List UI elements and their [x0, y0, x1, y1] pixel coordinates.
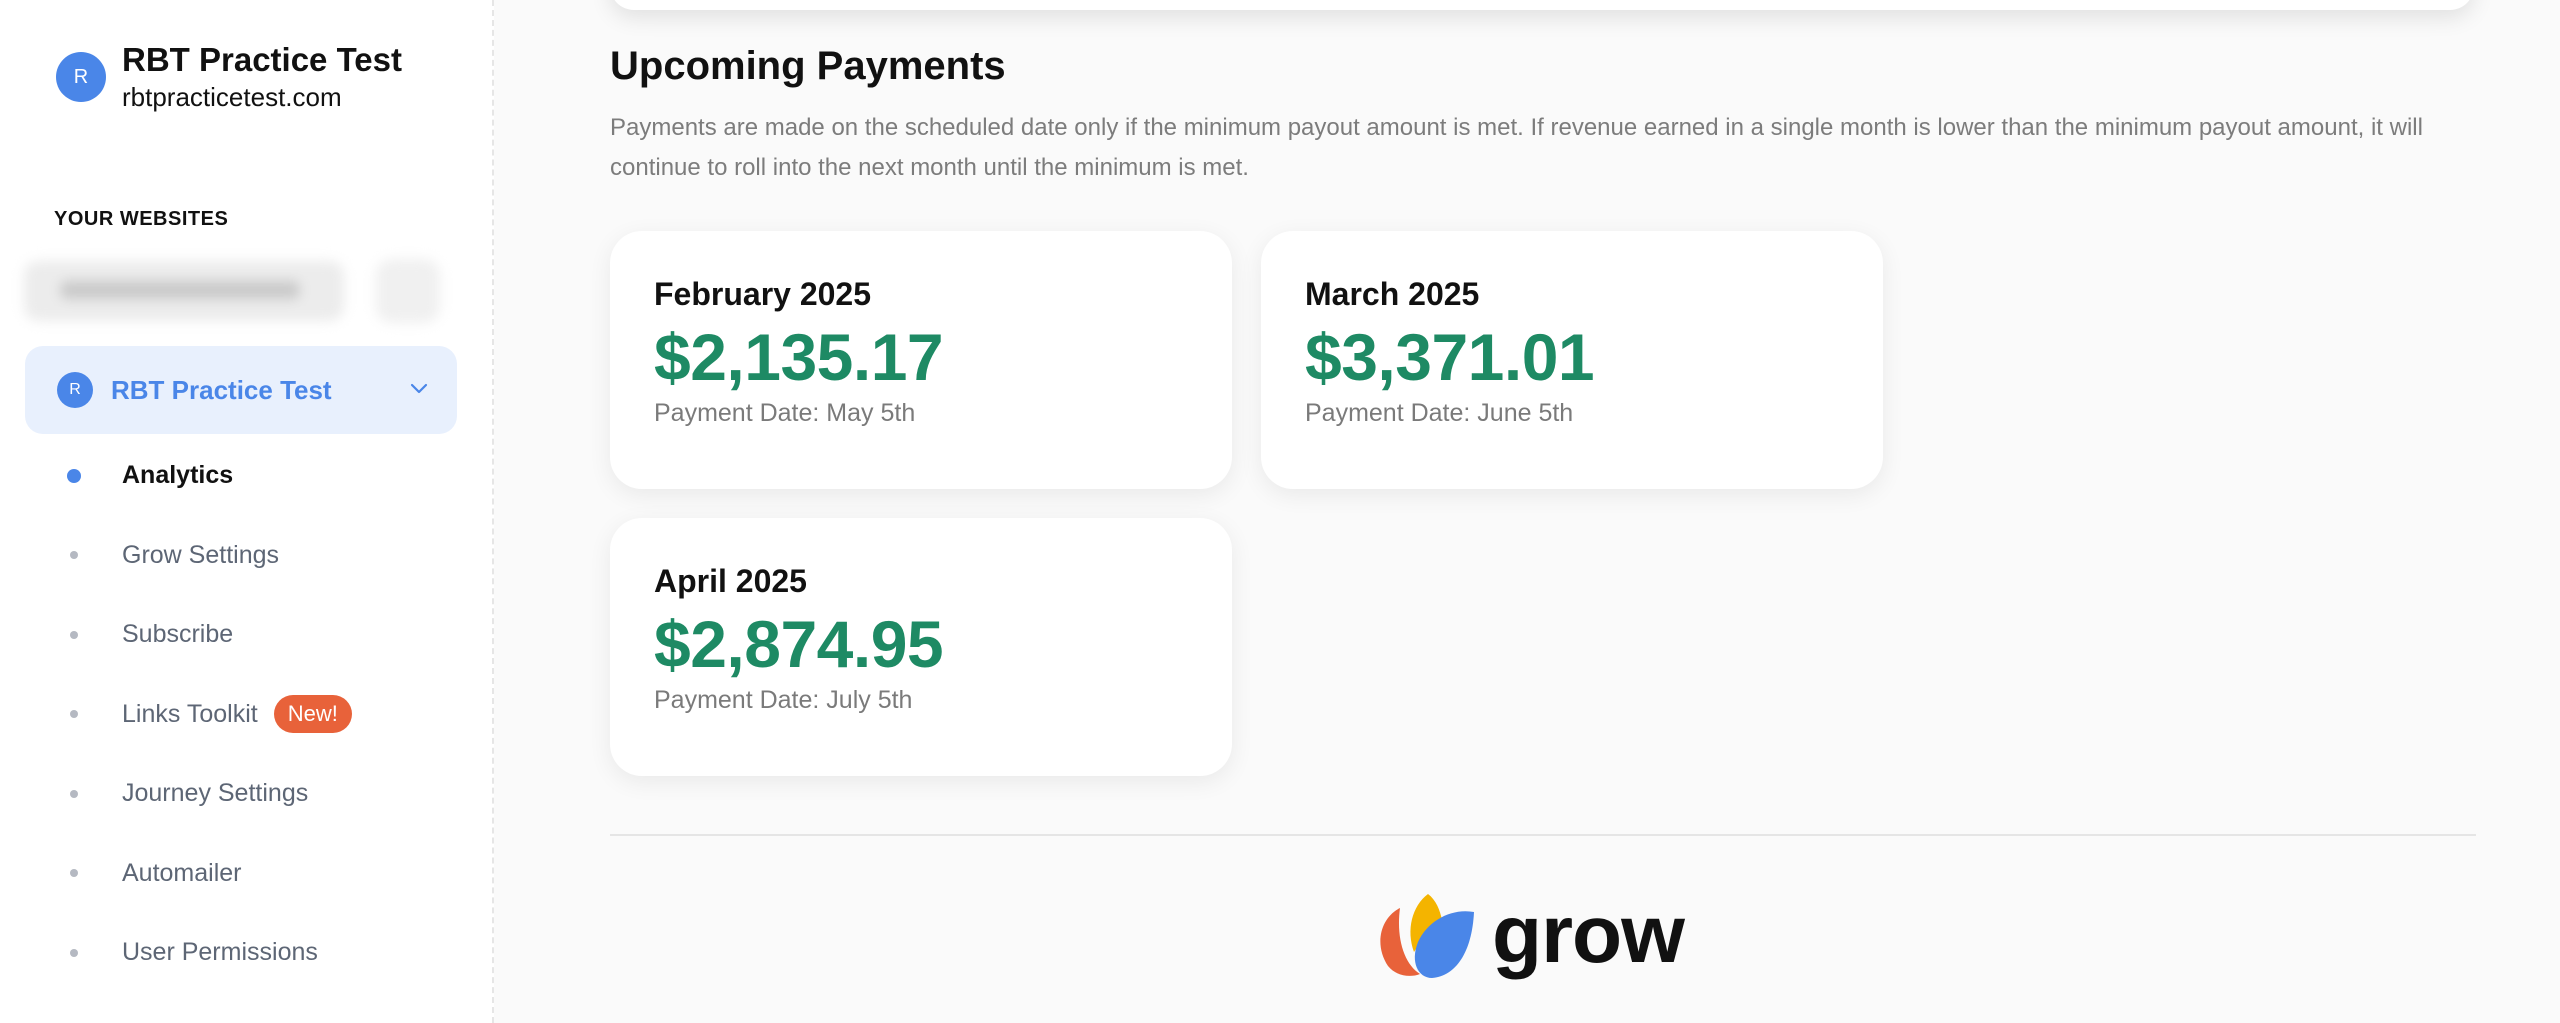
site-header: R RBT Practice Test rbtpracticetest.com [56, 40, 402, 114]
payment-card-february: February 2025 $2,135.17 Payment Date: Ma… [610, 231, 1232, 489]
sidebar-item-user-permissions[interactable]: User Permissions [0, 913, 494, 993]
sidebar-item-label: Journey Settings [122, 779, 309, 808]
bullet-icon [70, 789, 78, 798]
sidebar-nav: Analytics Grow Settings Subscribe Links … [0, 436, 494, 993]
payment-month: April 2025 [654, 563, 807, 599]
payment-card-march: March 2025 $3,371.01 Payment Date: June … [1261, 231, 1883, 489]
site-name: RBT Practice Test [122, 41, 402, 78]
new-badge: New! [273, 695, 352, 734]
sidebar-item-label: Links Toolkit [122, 699, 258, 728]
bullet-icon [70, 551, 78, 560]
payment-amount: $2,874.95 [654, 607, 944, 681]
sidebar: R RBT Practice Test rbtpracticetest.com … [0, 0, 494, 1023]
payment-date: Payment Date: May 5th [654, 399, 916, 427]
sidebar-item-links-toolkit[interactable]: Links Toolkit New! [0, 675, 494, 755]
bullet-icon [70, 869, 78, 878]
bullet-icon [70, 710, 78, 719]
website-avatar: R [57, 372, 93, 408]
active-dot-icon [67, 468, 81, 483]
sidebar-item-label: Analytics [122, 461, 234, 490]
payment-month: March 2025 [1305, 276, 1480, 312]
payment-date: Payment Date: June 5th [1305, 399, 1574, 427]
payment-month: February 2025 [654, 276, 872, 312]
payment-amount: $2,135.17 [654, 320, 944, 394]
sidebar-item-label: Subscribe [122, 620, 234, 649]
website-selector-rbt[interactable]: R RBT Practice Test [25, 346, 457, 434]
sidebar-item-subscribe[interactable]: Subscribe [0, 595, 494, 675]
your-websites-label: YOUR WEBSITES [54, 208, 229, 230]
site-url: rbtpracticetest.com [122, 82, 342, 112]
payment-card-april: April 2025 $2,874.95 Payment Date: July … [610, 518, 1232, 776]
grow-logo-text: grow [1492, 889, 1685, 980]
sidebar-item-label: Grow Settings [122, 540, 280, 569]
website-selector-label: RBT Practice Test [111, 374, 332, 405]
payment-date: Payment Date: July 5th [654, 686, 913, 714]
page-description: Payments are made on the scheduled date … [610, 114, 2423, 181]
bullet-icon [70, 948, 78, 957]
payment-amount: $3,371.01 [1305, 320, 1595, 394]
sidebar-item-journey-settings[interactable]: Journey Settings [0, 754, 494, 834]
bullet-icon [70, 630, 78, 639]
footer-divider [610, 834, 2476, 836]
grow-logo: grow [1370, 889, 1685, 980]
previous-card-edge [610, 0, 2474, 10]
site-avatar: R [56, 52, 106, 102]
sidebar-item-grow-settings[interactable]: Grow Settings [0, 516, 494, 596]
sidebar-item-analytics[interactable]: Analytics [0, 436, 494, 516]
sidebar-item-label: User Permissions [122, 938, 318, 967]
chevron-down-icon [410, 383, 428, 394]
page-title: Upcoming Payments [610, 44, 1006, 88]
sidebar-item-automailer[interactable]: Automailer [0, 834, 494, 914]
blurred-website-item[interactable] [24, 254, 444, 328]
grow-leaf-icon [1380, 894, 1474, 978]
sidebar-item-label: Automailer [122, 858, 242, 887]
